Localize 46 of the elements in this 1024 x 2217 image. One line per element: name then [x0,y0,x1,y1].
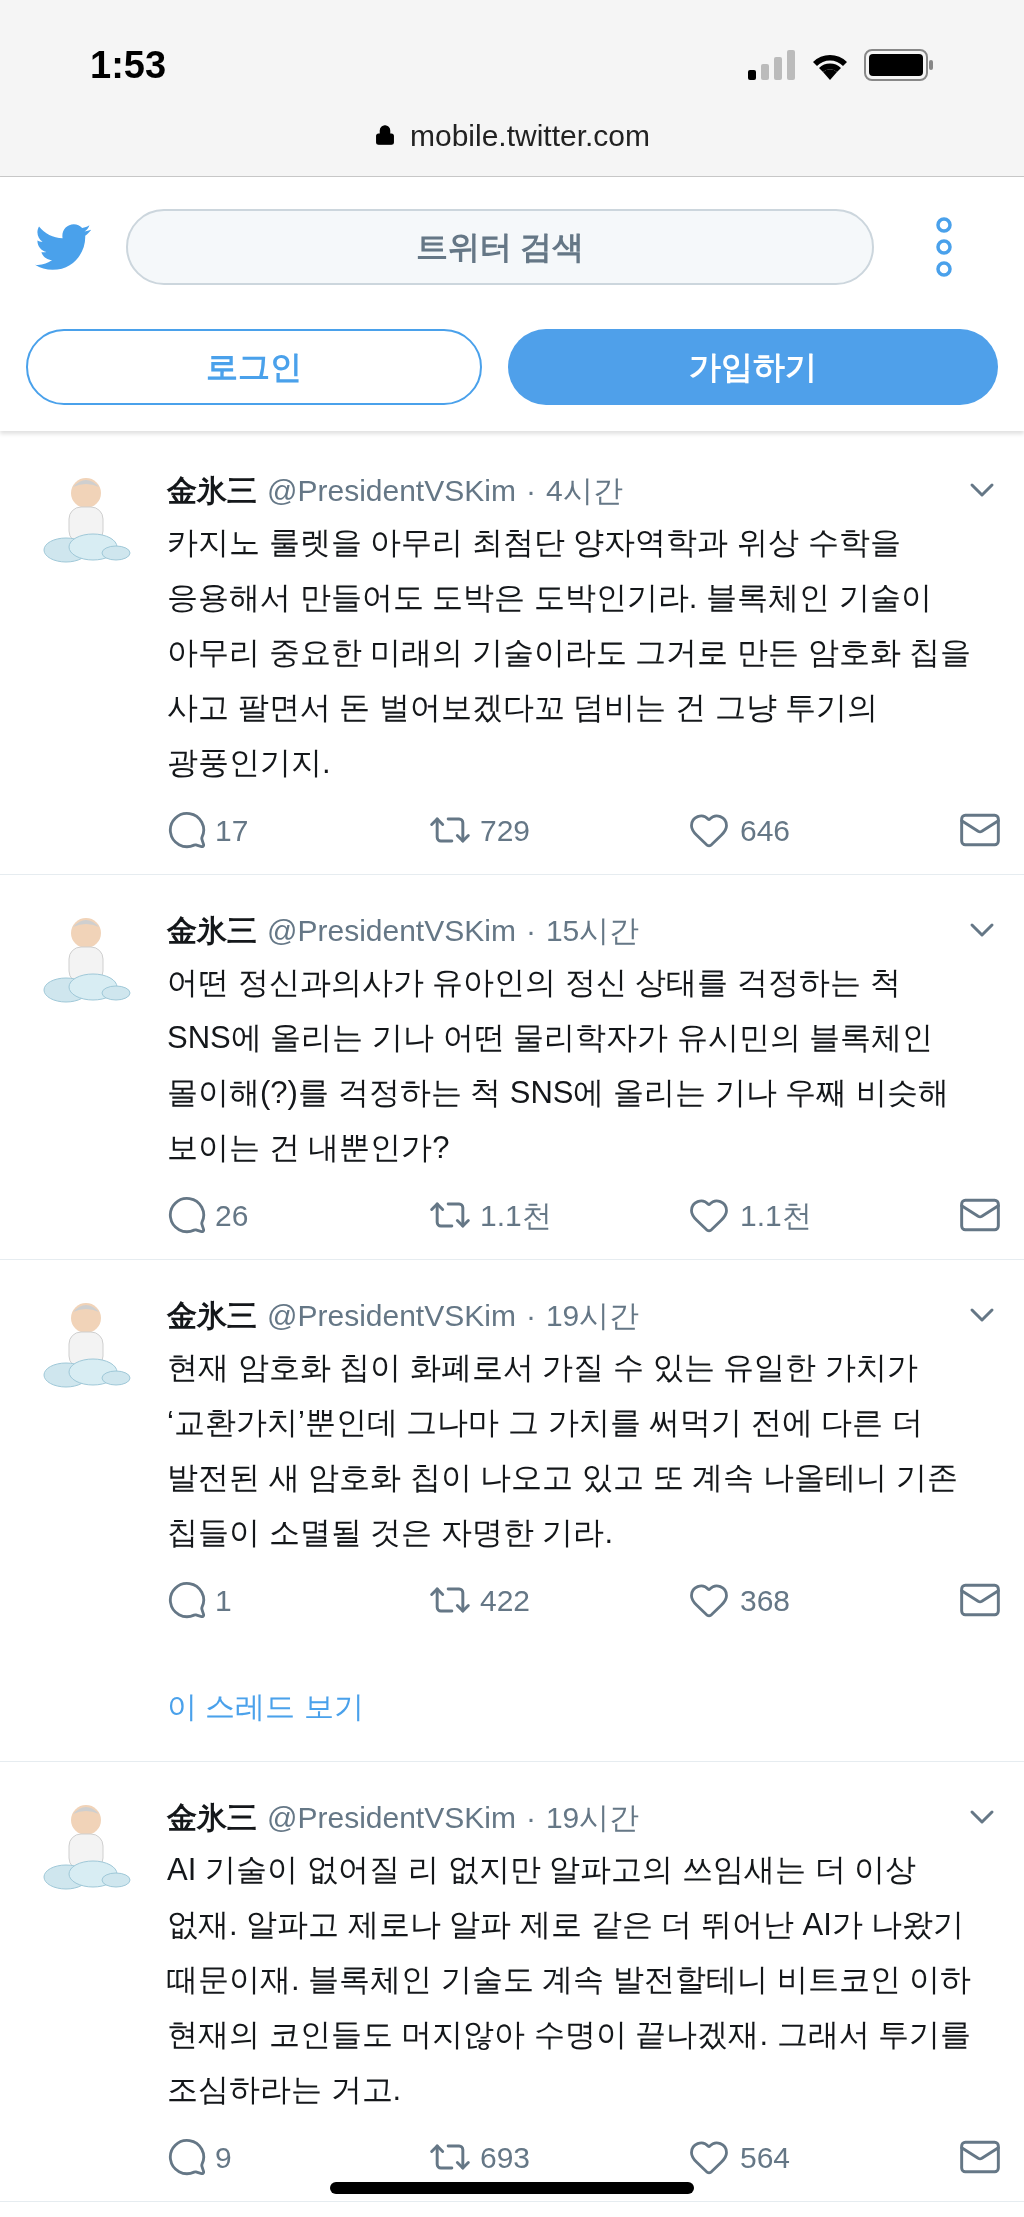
tweet-text: 어떤 정신과의사가 유아인의 정신 상태를 걱정하는 척 SNS에 올리는 기나 어떤 물리학자가 유시민의 블록체인 몰이해(?)를 걱정하는 척 SNS에 올리는 기나 우째 비슷해 보이는 건 내뿐인가? [167,964,950,1167]
status-time: 1:53 [90,42,167,88]
reply-icon[interactable] [167,1580,207,1620]
url-text: mobile.twitter.com [409,117,651,154]
retweet-count: 693 [480,2139,531,2176]
reply-icon[interactable] [167,2137,207,2177]
author-name[interactable]: 金氷三 [167,1794,257,1840]
tweet-text: 현재 암호화 칩이 화폐로서 가질 수 있는 유일한 가치가 ‘교환가치’뿐인데 그나마 그 가치를 써먹기 전에 다른 더 발전된 새 암호화 칩이 나오고 있고 또 계속 나올테니 기존 칩들이 소멸될 것은 자명한 기라. [167,1349,959,1552]
reply-count: 17 [215,812,249,849]
reply-icon[interactable] [167,810,207,850]
retweet-count: 729 [480,812,531,849]
separator: · [525,1799,536,1836]
tweet-text: 카지노 룰렛을 아무리 최첨단 양자역학과 위상 수학을 응용해서 만들어도 도박은 도박인기라. 블록체인 기술이 아무리 중요한 미래의 기술이라도 그거로 만든 암호화 칩을 사고 팔면서 돈 벌어보겠다꼬 덤비는 건 그냥 투기의 광풍인기지. [167,524,973,782]
reply-count: 9 [215,2139,232,2176]
reply-count: 26 [215,1197,249,1234]
author-handle: @PresidentVSKim [267,1799,516,1836]
like-count: 646 [740,812,791,849]
separator: · [525,472,536,509]
more-icon[interactable] [934,217,954,277]
search-field[interactable]: 트위터 검색 [126,209,874,285]
author-name[interactable]: 金氷三 [167,467,257,513]
lock-icon [373,122,396,148]
retweet-count: 422 [480,1582,531,1619]
like-count: 1.1천 [740,1197,812,1234]
tweet-text: AI 기술이 없어질 리 없지만 알파고의 쓰임새는 더 이상 없재. 알파고 제로나 알파 제로 같은 더 뛰어난 AI가 나왔기 때문이재. 블록체인 기술도 계속 발전할테니 비트코인 이하 현재의 코인들도 머지않아 수명이 끝나겠재. 그래서 투기를 조심하라는 거고. [167,1851,973,2109]
show-thread-link[interactable]: 이 스레드 보기 [167,1684,1002,1729]
author-handle: @PresidentVSKim [267,1297,516,1334]
author-handle: @PresidentVSKim [267,912,516,949]
tweet-time[interactable]: 15시간 [545,907,640,953]
like-count: 564 [740,2139,791,2176]
like-count: 368 [740,1582,791,1619]
reply-count: 1 [215,1582,232,1619]
author-handle: @PresidentVSKim [267,472,516,509]
separator: · [525,912,536,949]
separator: · [525,1297,536,1334]
login-button[interactable]: 로그인 [26,329,483,405]
retweet-count: 1.1천 [480,1197,552,1234]
signup-button[interactable]: 가입하기 [508,329,998,405]
tweet-time[interactable]: 19시간 [545,1292,640,1338]
author-name[interactable]: 金氷三 [167,1292,257,1338]
signal-icon [748,50,796,80]
author-name[interactable]: 金氷三 [167,907,257,953]
reply-icon[interactable] [167,1195,207,1235]
tweet-time[interactable]: 4시간 [545,467,623,513]
battery-icon [864,49,934,81]
tweet-time[interactable]: 19시간 [545,1794,640,1840]
